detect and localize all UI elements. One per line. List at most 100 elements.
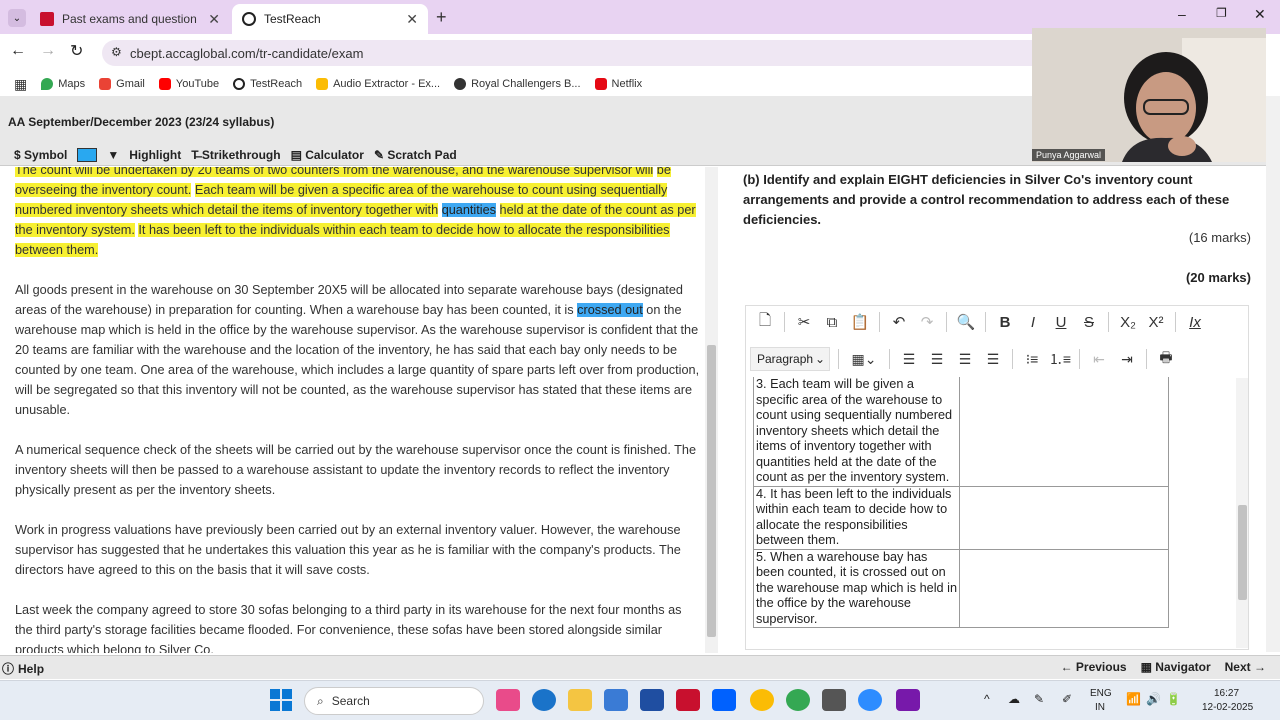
bookmark-label: YouTube (175, 78, 220, 90)
reload-icon[interactable]: ↻ (70, 41, 83, 61)
restore-icon[interactable]: ❐ (1216, 6, 1227, 20)
editor-content-area[interactable]: 3. Each team will be given a specific ar… (746, 377, 1248, 649)
navigation-buttons: ← Previous ▦ Navigator Next → (1061, 660, 1266, 674)
window-close-icon[interactable]: ✕ (1254, 6, 1266, 23)
symbol-button[interactable]: $ Symbol (14, 148, 67, 162)
print-icon[interactable]: 🖶 (1155, 348, 1177, 370)
show-hidden-icons-icon[interactable]: ^ (984, 692, 990, 706)
cloud-icon[interactable]: ☁ (1008, 692, 1020, 706)
wifi-icon[interactable]: 📶 (1126, 692, 1141, 706)
site-info-icon[interactable]: ⚙ (111, 45, 122, 59)
volume-icon[interactable]: 🔊 (1146, 692, 1161, 706)
scenario-text[interactable]: The count will be undertaken by 20 teams… (15, 167, 700, 653)
bookmark-maps[interactable]: Maps (41, 78, 85, 90)
windows-start-icon[interactable] (270, 689, 292, 711)
clock-time[interactable]: 16:27 (1214, 688, 1239, 699)
paragraph-format-select[interactable]: Paragraph ⌄ (750, 347, 830, 371)
pen-icon[interactable]: ✎ (1034, 692, 1044, 706)
strikethrough-label: Strikethrough (201, 147, 281, 162)
forward-icon[interactable]: → (40, 42, 56, 60)
redo-icon[interactable]: ↷ (916, 311, 938, 333)
tab-testreach[interactable]: TestReach ✕ (232, 4, 428, 34)
table-icon[interactable]: ▦⌄ (847, 348, 881, 370)
superscript-icon[interactable]: X² (1145, 311, 1167, 333)
page-scrollbar[interactable] (1266, 96, 1280, 652)
symbol-label: Symbol (24, 147, 68, 162)
table-cell[interactable]: 4. It has been left to the individuals w… (753, 485, 960, 550)
align-right-icon[interactable]: ☰ (954, 348, 976, 370)
numbered-list-icon[interactable]: ⒈≡ (1049, 348, 1071, 370)
highlight-color-swatch[interactable] (77, 147, 98, 162)
bookmark-testreach[interactable]: TestReach (233, 78, 302, 90)
mcafee-icon[interactable] (676, 689, 700, 711)
taskbar-search[interactable]: ⌕ Search (304, 687, 484, 715)
copilot-icon[interactable] (496, 689, 520, 711)
cut-icon[interactable]: ✂ (793, 311, 815, 333)
minimize-icon[interactable]: – (1178, 6, 1186, 22)
previous-button[interactable]: ← Previous (1061, 660, 1127, 674)
calculator-button[interactable]: ▤ Calculator (291, 148, 364, 162)
navigator-button[interactable]: ▦ Navigator (1141, 660, 1211, 674)
paste-icon[interactable]: 📋 (849, 311, 871, 333)
justify-icon[interactable]: ☰ (982, 348, 1004, 370)
strikethrough-format-icon[interactable]: S (1078, 311, 1100, 333)
bold-icon[interactable]: B (994, 311, 1016, 333)
italic-icon[interactable]: I (1022, 311, 1044, 333)
underline-icon[interactable]: U (1050, 311, 1072, 333)
calculator-icon: ▤ (290, 147, 306, 162)
battery-icon[interactable]: 🔋 (1166, 692, 1181, 706)
bookmark-netflix[interactable]: Netflix (594, 78, 643, 90)
bookmark-royal-challengers[interactable]: Royal Challengers B... (454, 78, 581, 90)
copy-icon[interactable]: ⧉ (821, 311, 843, 333)
bookmark-audio-extractor[interactable]: Audio Extractor - Ex... (316, 78, 440, 90)
table-cell[interactable] (959, 548, 1169, 628)
app-l-icon[interactable] (640, 689, 664, 711)
bookmark-label: Netflix (611, 78, 643, 90)
outdent-icon[interactable]: ⇤ (1088, 348, 1110, 370)
undo-icon[interactable]: ↶ (888, 311, 910, 333)
table-cell[interactable] (959, 377, 1169, 487)
help-button[interactable]: ⓘ Help (2, 660, 44, 677)
find-icon[interactable]: 🔍 (955, 311, 977, 333)
align-left-icon[interactable]: ☰ (898, 348, 920, 370)
bookmark-gmail[interactable]: Gmail (99, 78, 145, 90)
language-label[interactable]: ENG (1090, 688, 1112, 699)
new-document-icon[interactable]: 🗋 (754, 311, 776, 333)
onenote-icon[interactable] (896, 689, 920, 711)
edge-icon[interactable] (532, 689, 556, 711)
apps-grid-icon[interactable]: ▦ (14, 76, 27, 93)
chrome-profile-icon[interactable] (786, 689, 810, 711)
snipping-tool-icon[interactable] (822, 689, 846, 711)
indent-icon[interactable]: ⇥ (1116, 348, 1138, 370)
file-explorer-icon[interactable] (568, 689, 592, 711)
scenario-passage-pane[interactable]: The count will be undertaken by 20 teams… (0, 167, 718, 653)
close-tab-icon[interactable]: ✕ (208, 11, 220, 28)
table-cell[interactable]: 5. When a warehouse bay has been counted… (753, 548, 960, 628)
editor-scrollbar-thumb[interactable] (1238, 505, 1247, 600)
close-tab-icon[interactable]: ✕ (406, 11, 418, 28)
subscript-icon[interactable]: X₂ (1117, 311, 1139, 333)
bullet-list-icon[interactable]: ⁝≡ (1021, 348, 1043, 370)
next-button[interactable]: Next → (1225, 660, 1266, 674)
strikethrough-button[interactable]: T̶ Strikethrough (191, 148, 280, 162)
color-dropdown-icon[interactable]: ▼ (107, 148, 119, 162)
tab-list-button[interactable]: ⌄ (8, 9, 26, 27)
bookmark-youtube[interactable]: YouTube (158, 78, 220, 90)
scratch-pad-button[interactable]: ✎ Scratch Pad (374, 148, 457, 162)
table-cell[interactable]: 3. Each team will be given a specific ar… (753, 377, 960, 487)
dropbox-icon[interactable] (712, 689, 736, 711)
store-icon[interactable] (604, 689, 628, 711)
passage-scrollbar-thumb[interactable] (707, 345, 716, 637)
address-bar[interactable]: ⚙ cbept.accaglobal.com/tr-candidate/exam (102, 40, 1062, 66)
chrome-icon[interactable] (750, 689, 774, 711)
align-center-icon[interactable]: ☰ (926, 348, 948, 370)
answer-table[interactable]: 3. Each team will be given a specific ar… (753, 377, 1169, 628)
table-cell[interactable] (959, 485, 1169, 550)
brush-icon[interactable]: ✐ (1062, 692, 1072, 706)
back-icon[interactable]: ← (10, 42, 26, 60)
new-tab-icon[interactable]: + (436, 7, 447, 28)
tab-past-exams[interactable]: Past exams and question practi ✕ (30, 4, 230, 34)
highlight-button[interactable]: Highlight (129, 148, 181, 162)
clear-formatting-icon[interactable]: Ix (1184, 311, 1206, 333)
zoom-icon[interactable] (858, 689, 882, 711)
